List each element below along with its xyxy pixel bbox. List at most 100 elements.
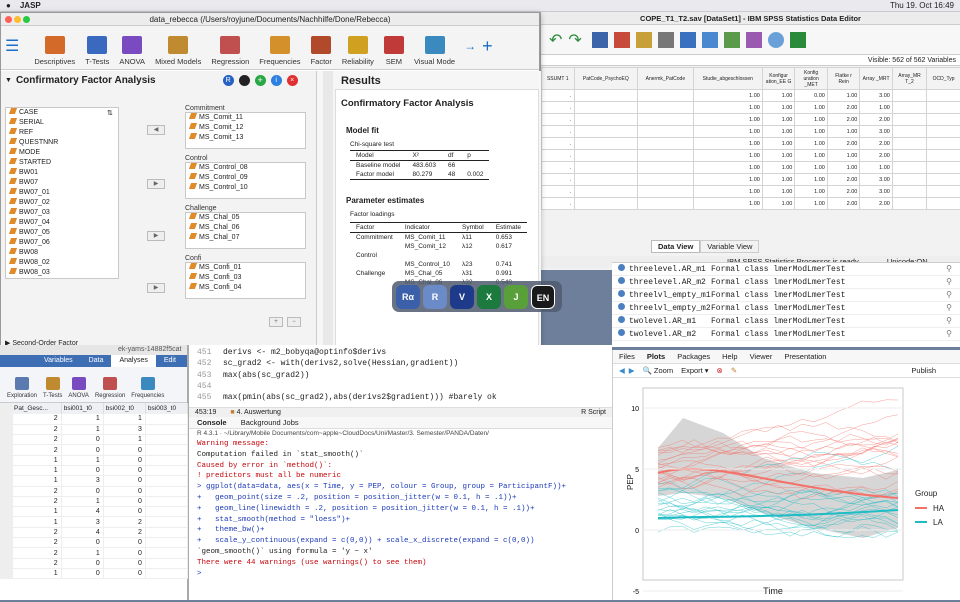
jamovi-cell[interactable]: 1 [61, 455, 103, 465]
spss-cell[interactable] [927, 198, 960, 210]
jamovi-cell[interactable]: 1 [12, 507, 61, 517]
spss-cell[interactable]: 1.00 [762, 186, 795, 198]
spss-cell[interactable]: 1.00 [762, 114, 795, 126]
spss-cell[interactable]: 1.00 [795, 186, 828, 198]
vlc-app-icon[interactable]: V [450, 285, 474, 309]
spss-cell[interactable] [574, 186, 638, 198]
expand-object-icon[interactable] [618, 329, 625, 336]
spss-cell[interactable]: 0.00 [795, 90, 828, 102]
jamovi-regression[interactable]: Regression [95, 377, 125, 399]
spss-cell[interactable]: 2.00 [827, 102, 860, 114]
jamovi-cell[interactable]: 1 [61, 496, 103, 506]
spss-cell[interactable]: . [542, 186, 575, 198]
spss-cell[interactable] [574, 90, 638, 102]
spss-cell[interactable] [638, 114, 694, 126]
jamovi-cell[interactable]: 1 [12, 455, 61, 465]
select-icon[interactable] [724, 32, 740, 48]
spss-cell[interactable] [638, 138, 694, 150]
broom-icon[interactable]: ✎ [731, 366, 737, 375]
factor-indicator[interactable]: MS_Confi_01 [186, 263, 305, 273]
spss-cell[interactable]: 1.00 [795, 102, 828, 114]
zoom-window-icon[interactable] [23, 16, 30, 23]
ribbon-mixed-models[interactable]: Mixed Models [155, 36, 201, 66]
remove-factor-button[interactable]: − [287, 317, 301, 327]
variable-item[interactable]: SERIAL [6, 118, 118, 128]
spss-cell[interactable] [892, 126, 926, 138]
variable-item[interactable]: CASE [6, 108, 118, 118]
jamovi-cell[interactable]: 0 [103, 496, 145, 506]
assign-control-button[interactable]: ▶ [147, 179, 165, 189]
variable-item[interactable]: BW07_06 [6, 238, 118, 248]
spss-cell[interactable]: 1.00 [795, 174, 828, 186]
search-icon[interactable]: ⚲ [946, 263, 952, 276]
spss-cell[interactable]: 1.00 [762, 150, 795, 162]
ribbon-anova[interactable]: ANOVA [119, 36, 145, 66]
spss-cell[interactable] [927, 102, 960, 114]
spss-cell[interactable] [892, 90, 926, 102]
jamovi-cell[interactable]: 4 [61, 507, 103, 517]
factor-box-commitment[interactable]: MS_Comit_11MS_Comit_12MS_Comit_13 [185, 112, 306, 149]
spss-cell[interactable] [927, 126, 960, 138]
jamovi-cell[interactable]: 2 [12, 538, 61, 548]
jamovi-col-header[interactable]: bsi003_t0 [145, 403, 187, 414]
spss-cell[interactable] [574, 114, 638, 126]
spss-cell[interactable]: 1.00 [693, 186, 762, 198]
script-editor[interactable]: 451derivs <- m2_bobyqa@optinfo$derivs452… [189, 345, 612, 407]
spss-cell[interactable]: . [542, 114, 575, 126]
spss-cell[interactable] [638, 90, 694, 102]
environment-row[interactable]: twolevel.AR_m1Formal class lmerModLmerTe… [612, 315, 960, 328]
spss-cell[interactable]: 1.00 [795, 114, 828, 126]
remove-plot-icon[interactable]: ⊗ [717, 366, 723, 375]
spss-cell[interactable] [927, 90, 960, 102]
jamovi-cell[interactable]: 0 [61, 445, 103, 455]
variable-item[interactable]: STARTED [6, 158, 118, 168]
excel-app-icon[interactable]: X [477, 285, 501, 309]
ribbon-reliability[interactable]: Reliability [342, 36, 374, 66]
add-module-icon[interactable]: + [482, 36, 493, 57]
zoom-icon[interactable]: 🔍 [643, 366, 652, 375]
spss-cell[interactable]: 1.00 [762, 198, 795, 210]
jamovi-cell[interactable]: 1 [61, 424, 103, 434]
factor-box-control[interactable]: MS_Control_08MS_Control_09MS_Control_10 [185, 162, 306, 199]
factor-indicator[interactable]: MS_Control_09 [186, 173, 305, 183]
spss-col-header[interactable]: PatCode_PsychoEQ [574, 68, 638, 90]
expand-object-icon[interactable] [618, 290, 625, 297]
spss-cell[interactable]: 1.00 [693, 174, 762, 186]
jamovi-exploration[interactable]: Exploration [7, 377, 37, 399]
factor-indicator[interactable]: MS_Comit_13 [186, 133, 305, 143]
spss-cell[interactable]: . [542, 150, 575, 162]
import-icon[interactable] [614, 32, 630, 48]
jamovi-cell[interactable]: 0 [61, 465, 103, 475]
ribbon-descriptives[interactable]: Descriptives [34, 36, 75, 66]
expand-object-icon[interactable] [618, 264, 625, 271]
spss-cell[interactable] [892, 138, 926, 150]
environment-row[interactable]: threelevel.AR_m2Formal class lmerModLmer… [612, 276, 960, 289]
jamovi-cell[interactable]: 0 [103, 568, 145, 578]
spss-col-header[interactable]: SSUMT 1 [542, 68, 575, 90]
jamovi-tab-edit[interactable]: Edit [156, 355, 184, 367]
spss-cell[interactable] [892, 162, 926, 174]
spss-col-header[interactable]: Array _MRT [860, 68, 893, 90]
spss-cell[interactable] [574, 102, 638, 114]
jamovi-cell[interactable]: 3 [61, 517, 103, 527]
spss-cell[interactable]: 1.00 [827, 90, 860, 102]
ribbon-regression[interactable]: Regression [211, 36, 249, 66]
spss-cell[interactable] [574, 138, 638, 150]
expand-object-icon[interactable] [618, 303, 625, 310]
jamovi-cell[interactable]: 2 [12, 558, 61, 568]
jamovi-cell[interactable]: 0 [61, 558, 103, 568]
tab-console[interactable]: Console [197, 418, 227, 427]
jamovi-cell[interactable]: 1 [12, 517, 61, 527]
spss-cell[interactable]: 1.00 [827, 150, 860, 162]
spss-cell[interactable]: 1.00 [795, 126, 828, 138]
extension-icon[interactable] [790, 32, 806, 48]
environment-row[interactable]: twolevel.AR_m2Formal class lmerModLmerTe… [612, 328, 960, 341]
file-type[interactable]: R Script [581, 408, 606, 418]
tab-viewer[interactable]: Viewer [750, 350, 773, 363]
duplicate-icon[interactable] [239, 75, 250, 86]
jamovi-tab-data[interactable]: Data [81, 355, 112, 367]
export-button[interactable]: Export [681, 366, 703, 375]
spss-cell[interactable]: . [542, 138, 575, 150]
hamburger-menu-icon[interactable]: ☰ [5, 36, 19, 56]
spss-col-header[interactable]: OCD_Typ [927, 68, 960, 90]
